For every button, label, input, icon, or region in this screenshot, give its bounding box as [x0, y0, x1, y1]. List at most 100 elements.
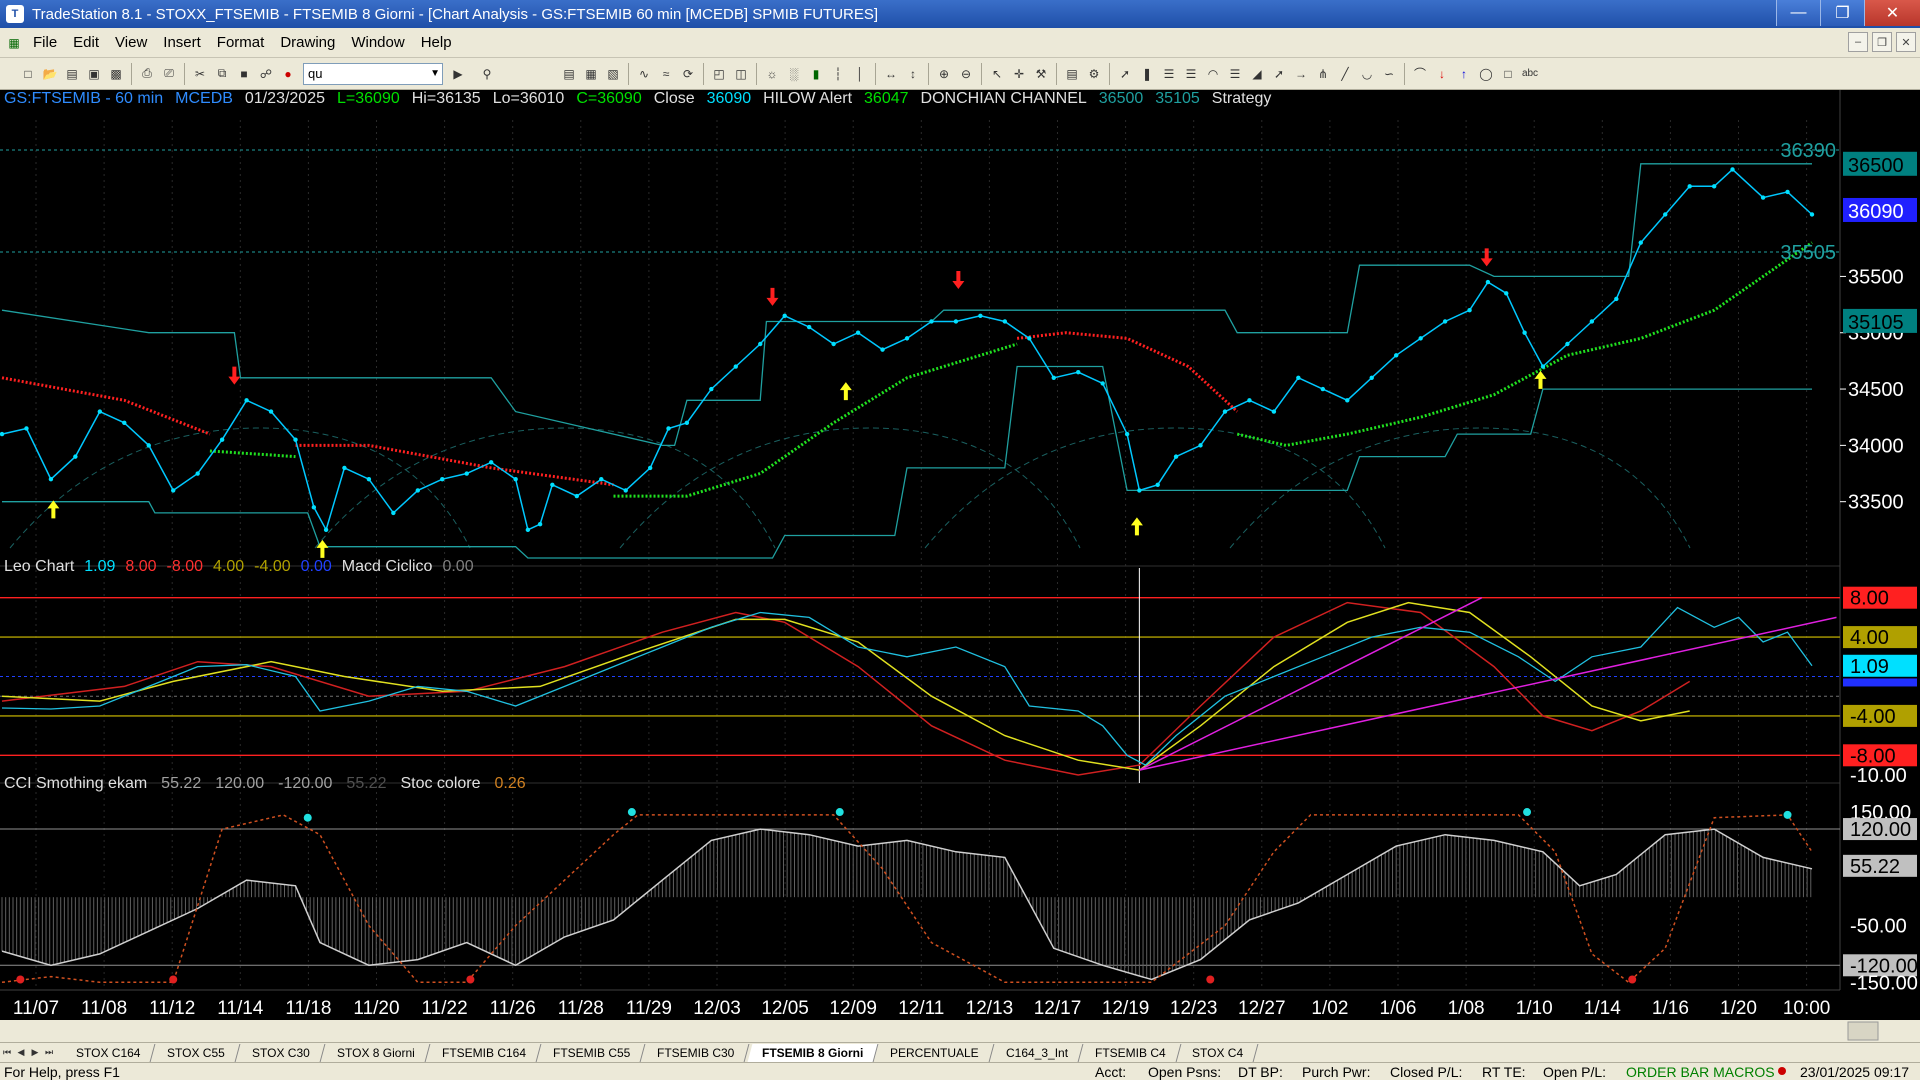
alert-icon[interactable]: ☼: [762, 64, 782, 84]
workspace-tab[interactable]: C164_3_Int: [991, 1043, 1084, 1062]
tools-icon[interactable]: ⚒: [1031, 64, 1051, 84]
scrollbar-thumb: [1847, 1021, 1879, 1041]
menu-help[interactable]: Help: [413, 34, 460, 51]
arc-icon[interactable]: ◠: [1203, 64, 1223, 84]
horizontal-lines-icon[interactable]: ☰: [1159, 64, 1179, 84]
zoom-vertical-icon[interactable]: ↕: [903, 64, 923, 84]
menu-edit[interactable]: Edit: [65, 34, 107, 51]
maximize-button[interactable]: ❐: [1820, 0, 1864, 26]
leo-header-item: 0.00: [300, 558, 332, 575]
regression-channel-icon[interactable]: ╱: [1335, 64, 1355, 84]
open-icon[interactable]: 📂: [40, 64, 60, 84]
menu-insert[interactable]: Insert: [155, 34, 209, 51]
zoom-out-icon[interactable]: ⊖: [956, 64, 976, 84]
vertical-lines-icon[interactable]: ❚: [1137, 64, 1157, 84]
lock-icon[interactable]: ■: [234, 64, 254, 84]
save-workspace-icon[interactable]: ▩: [106, 64, 126, 84]
chart-analysis-icon[interactable]: ▤: [559, 64, 579, 84]
workspace-tab[interactable]: STOX C4: [1178, 1043, 1260, 1062]
menu-file[interactable]: File: [25, 34, 65, 51]
workspace-tab[interactable]: FTSEMIB C55: [538, 1043, 646, 1062]
refresh-icon[interactable]: ⟳: [678, 64, 698, 84]
price-header-item: C=36090: [576, 90, 642, 107]
candles-icon[interactable]: ▮: [806, 64, 826, 84]
color-icon[interactable]: ●: [278, 64, 298, 84]
status-order-bar-macros[interactable]: ORDER BAR MACROS: [1626, 1064, 1775, 1080]
workspace-tab[interactable]: STOX 8 Giorni: [322, 1043, 431, 1062]
fibonacci-icon[interactable]: ☰: [1225, 64, 1245, 84]
print-icon[interactable]: ⎙: [137, 64, 157, 84]
arrow-down-icon[interactable]: ↓: [1432, 64, 1452, 84]
gann-icon[interactable]: ◢: [1247, 64, 1267, 84]
speed-lines-icon[interactable]: ➚: [1269, 64, 1289, 84]
workspace-icon[interactable]: ◫: [731, 64, 751, 84]
arrow-up-icon[interactable]: ↑: [1454, 64, 1474, 84]
print-preview-icon[interactable]: ⎚: [159, 64, 179, 84]
cut-icon[interactable]: ✂: [190, 64, 210, 84]
settings-icon[interactable]: ⚙: [1084, 64, 1104, 84]
time-axis-label: 11/22: [422, 998, 468, 1019]
menu-view[interactable]: View: [107, 34, 155, 51]
curve-icon[interactable]: ⌒: [1410, 64, 1430, 84]
workspace-tab[interactable]: FTSEMIB C30: [642, 1043, 751, 1062]
strategy-icon[interactable]: ≈: [656, 64, 676, 84]
freehand-icon[interactable]: ∽: [1379, 64, 1399, 84]
indicator-icon[interactable]: ∿: [634, 64, 654, 84]
tradestation-app-icon[interactable]: T: [6, 5, 24, 23]
chart-analysis-area[interactable]: 11/07 11/08 11/12 11/14 11/18 11/20 11/22 11/26…: [0, 90, 1920, 1042]
tab-next-icon[interactable]: ▶: [28, 1045, 42, 1061]
trendline-icon[interactable]: ➚: [1115, 64, 1135, 84]
zoom-horizontal-icon[interactable]: ↔: [881, 64, 901, 84]
link-icon[interactable]: ☍: [256, 64, 276, 84]
ray-icon[interactable]: →: [1291, 64, 1311, 84]
tab-first-icon[interactable]: ⏮: [0, 1045, 14, 1061]
play-icon[interactable]: ▶: [448, 64, 468, 84]
crosshair-icon[interactable]: ✛: [1009, 64, 1029, 84]
tab-prev-icon[interactable]: ◀: [14, 1045, 28, 1061]
matrix-icon[interactable]: ▧: [603, 64, 623, 84]
radar-icon[interactable]: ▦: [581, 64, 601, 84]
menu-window[interactable]: Window: [343, 34, 412, 51]
rectangle-icon[interactable]: □: [1498, 64, 1518, 84]
close-price-point: [1540, 364, 1546, 369]
zoom-in-icon[interactable]: ⊕: [934, 64, 954, 84]
pointer-icon[interactable]: ↖: [987, 64, 1007, 84]
data-window-icon[interactable]: ▤: [1062, 64, 1082, 84]
symbol-input[interactable]: qu ▼: [303, 62, 443, 85]
workspace-tab[interactable]: STOX C55: [153, 1043, 241, 1062]
ellipse-icon[interactable]: ◯: [1476, 64, 1496, 84]
channel-icon[interactable]: ☰: [1181, 64, 1201, 84]
text-icon[interactable]: abc: [1520, 64, 1540, 84]
chart-window-icon[interactable]: ▦: [4, 33, 24, 53]
leo-header-item: -8.00: [166, 558, 204, 575]
workspace-tab[interactable]: STOX C30: [237, 1043, 326, 1062]
close-button[interactable]: ✕: [1864, 0, 1920, 26]
close-price-point: [1100, 381, 1105, 386]
mdi-close-button[interactable]: ✕: [1896, 32, 1916, 52]
new-workspace-icon[interactable]: ▤: [62, 64, 82, 84]
ohlc-icon[interactable]: ┆: [828, 64, 848, 84]
search-icon[interactable]: ⚲: [477, 64, 497, 84]
minimize-button[interactable]: —: [1776, 0, 1820, 26]
workspace-tab[interactable]: FTSEMIB 8 Giorni: [747, 1043, 879, 1062]
menu-drawing[interactable]: Drawing: [272, 34, 343, 51]
mdi-minimize-button[interactable]: –: [1848, 32, 1868, 52]
cycle-lines-icon[interactable]: ◡: [1357, 64, 1377, 84]
mdi-restore-button[interactable]: ❐: [1872, 32, 1892, 52]
workspace-tab[interactable]: PERCENTUALE: [875, 1043, 995, 1062]
buy-arrow-icon: [47, 500, 60, 519]
chevron-down-icon[interactable]: ▼: [430, 68, 440, 79]
close-price-point: [391, 510, 396, 516]
andrews-pitchfork-icon[interactable]: ⋔: [1313, 64, 1333, 84]
save-icon[interactable]: ▣: [84, 64, 104, 84]
line-icon[interactable]: │: [850, 64, 870, 84]
tab-last-icon[interactable]: ⏭: [42, 1045, 56, 1061]
workspace-tab[interactable]: STOX C164: [61, 1043, 156, 1062]
bar-chart-icon[interactable]: ░: [784, 64, 804, 84]
workspace-tab[interactable]: FTSEMIB C4: [1080, 1043, 1181, 1062]
workspace-tab[interactable]: FTSEMIB C164: [427, 1043, 542, 1062]
format-icon[interactable]: ◰: [709, 64, 729, 84]
menu-format[interactable]: Format: [209, 34, 273, 51]
copy-icon[interactable]: ⧉: [212, 64, 232, 84]
new-icon[interactable]: □: [18, 64, 38, 84]
